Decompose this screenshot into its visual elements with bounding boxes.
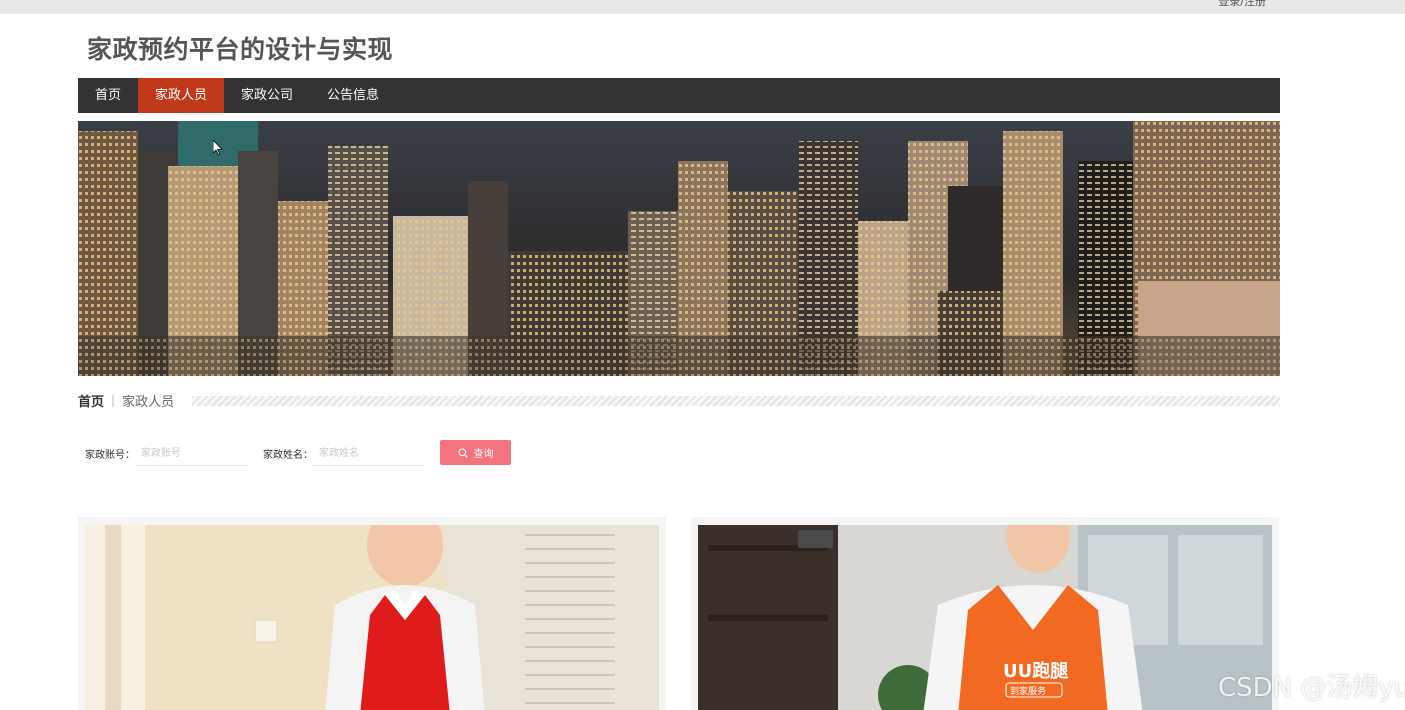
housekeeper-card[interactable] (78, 517, 666, 710)
name-input[interactable] (313, 442, 425, 466)
search-button-label: 查询 (473, 449, 494, 460)
breadcrumb-separator: | (111, 393, 116, 407)
account-input[interactable] (135, 442, 247, 466)
nav-item-home[interactable]: 首页 (78, 78, 138, 113)
housekeeper-photo[interactable] (85, 525, 659, 710)
housekeeper-photo[interactable]: UU跑腿 到家服务 (698, 525, 1272, 710)
main-nav: 首页 家政人员 家政公司 公告信息 (78, 78, 1280, 113)
search-button[interactable]: 查询 (440, 440, 511, 465)
breadcrumb-divider (192, 396, 1280, 406)
city-skyline-image (78, 121, 1280, 376)
top-bar: 登录/注册 (0, 0, 1405, 14)
breadcrumb-home[interactable]: 首页 (78, 391, 104, 410)
breadcrumb: 首页 | 家政人员 (78, 391, 175, 410)
housekeeper-red-apron-image (85, 525, 659, 710)
nav-item-companies[interactable]: 家政公司 (224, 78, 310, 113)
site-title: 家政预约平台的设计与实现 (87, 35, 394, 64)
breadcrumb-current: 家政人员 (122, 394, 175, 410)
vest-logo-text: UU跑腿 (1003, 660, 1068, 682)
name-label: 家政姓名： (263, 450, 313, 461)
vest-subtext: 到家服务 (1010, 685, 1046, 697)
csdn-watermark: CSDN @汤姆yu (1218, 673, 1405, 703)
nav-item-announcements[interactable]: 公告信息 (310, 78, 396, 113)
search-icon (457, 447, 468, 458)
login-register-link[interactable]: 登录/注册 (1218, 0, 1266, 9)
housekeeper-orange-vest-image: UU跑腿 到家服务 (698, 525, 1272, 710)
mouse-cursor-icon (213, 140, 223, 156)
nav-item-housekeepers[interactable]: 家政人员 (138, 78, 225, 113)
banner-image (78, 121, 1280, 376)
account-label: 家政账号： (85, 450, 135, 461)
housekeeper-card[interactable]: UU跑腿 到家服务 (691, 517, 1279, 710)
